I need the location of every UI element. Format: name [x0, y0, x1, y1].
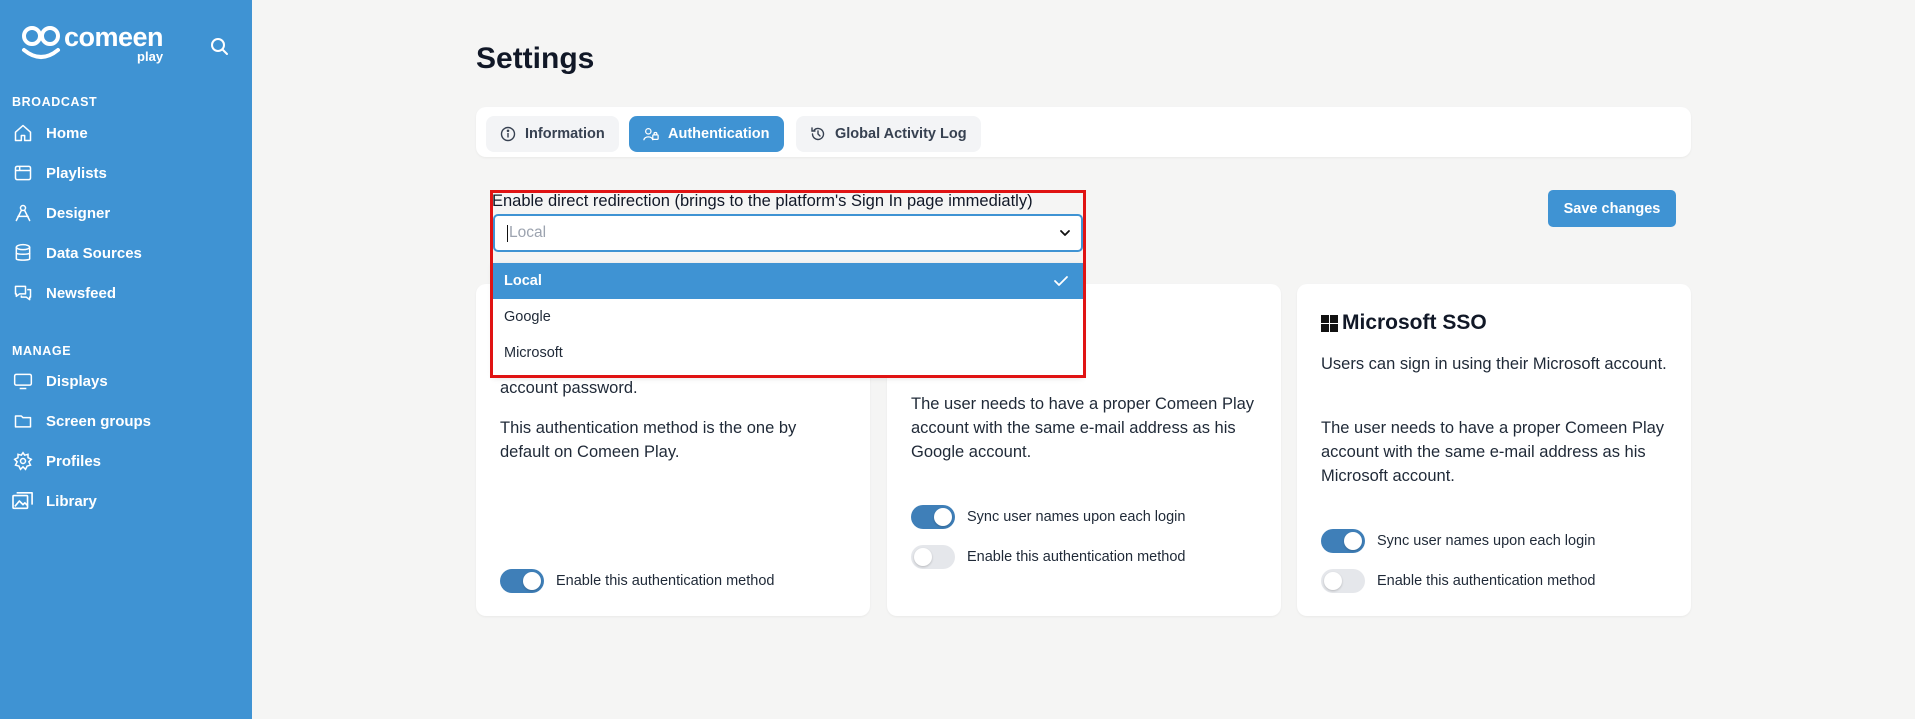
brand-name: comeen — [64, 22, 164, 52]
microsoft-sync-toggle[interactable] — [1321, 529, 1365, 553]
playlists-icon — [12, 162, 34, 184]
microsoft-icon — [1321, 314, 1338, 332]
tab-label: Global Activity Log — [835, 126, 967, 142]
toggle-label: Enable this authentication method — [967, 549, 1186, 565]
sidebar-item-label: Designer — [46, 204, 111, 222]
tab-authentication[interactable]: Authentication — [629, 116, 784, 152]
text-caret — [507, 224, 508, 242]
tab-global-activity-log[interactable]: Global Activity Log — [796, 116, 981, 152]
option-local[interactable]: Local — [493, 263, 1083, 299]
redirection-options: Local Google Microsoft — [493, 263, 1083, 376]
sidebar-item-displays[interactable]: Displays — [0, 361, 252, 401]
sidebar-item-label: Newsfeed — [46, 284, 117, 302]
sidebar-item-label: Data Sources — [46, 244, 142, 262]
google-sync-toggle[interactable] — [911, 505, 955, 529]
sidebar-item-designer[interactable]: Designer — [0, 193, 252, 233]
monitor-icon — [12, 370, 34, 392]
check-icon — [1054, 276, 1068, 286]
search-icon[interactable] — [208, 35, 232, 59]
microsoft-sync-row: Sync user names upon each login — [1321, 529, 1595, 553]
sidebar-item-label: Library — [46, 492, 97, 510]
option-label: Local — [504, 273, 542, 289]
sidebar-item-label: Home — [46, 124, 88, 142]
local-description-1: account password. — [500, 379, 638, 397]
local-enable-row: Enable this authentication method — [500, 569, 774, 593]
option-label: Google — [504, 309, 551, 325]
sidebar-item-label: Screen groups — [46, 412, 152, 430]
settings-tabs: Information Authentication Global Activi… — [476, 107, 1691, 157]
nav-section-broadcast: BROADCAST — [12, 95, 98, 109]
info-icon — [500, 126, 516, 142]
local-enable-toggle[interactable] — [500, 569, 544, 593]
sidebar-item-playlists[interactable]: Playlists — [0, 153, 252, 193]
designer-icon — [12, 202, 34, 224]
microsoft-enable-row: Enable this authentication method — [1321, 569, 1595, 593]
save-changes-button[interactable]: Save changes — [1548, 190, 1676, 227]
newsfeed-icon — [12, 282, 34, 304]
google-description-2: The user needs to have a proper Comeen P… — [911, 395, 1255, 461]
google-sync-row: Sync user names upon each login — [911, 505, 1185, 529]
sidebar-item-label: Playlists — [46, 164, 107, 182]
images-icon — [12, 490, 34, 512]
tab-label: Authentication — [668, 126, 770, 142]
microsoft-card-title: Microsoft SSO — [1321, 311, 1487, 335]
redirection-label: Enable direct redirection (brings to the… — [492, 192, 1033, 211]
sidebar-item-library[interactable]: Library — [0, 481, 252, 521]
folder-icon — [12, 410, 34, 432]
tab-information[interactable]: Information — [486, 116, 619, 152]
microsoft-enable-toggle[interactable] — [1321, 569, 1365, 593]
sidebar-item-data-sources[interactable]: Data Sources — [0, 233, 252, 273]
toggle-label: Sync user names upon each login — [1377, 533, 1596, 549]
sidebar-item-newsfeed[interactable]: Newsfeed — [0, 273, 252, 313]
gear-icon — [12, 450, 34, 472]
history-icon — [810, 126, 826, 142]
redirection-select[interactable]: Local — [493, 214, 1083, 252]
sidebar-item-profiles[interactable]: Profiles — [0, 441, 252, 481]
local-description-2: This authentication method is the one by… — [500, 419, 797, 461]
google-enable-row: Enable this authentication method — [911, 545, 1185, 569]
toggle-label: Enable this authentication method — [1377, 573, 1596, 589]
logo-icon — [22, 26, 60, 59]
toggle-label: Enable this authentication method — [556, 573, 775, 589]
comeen-play-logo[interactable]: comeen play — [20, 22, 164, 63]
sidebar: comeen play BROADCAST Home Playlists Des… — [0, 0, 252, 719]
sidebar-item-home[interactable]: Home — [0, 113, 252, 153]
option-microsoft[interactable]: Microsoft — [493, 335, 1083, 371]
user-lock-icon — [643, 126, 659, 142]
database-icon — [12, 242, 34, 264]
toggle-label: Sync user names upon each login — [967, 509, 1186, 525]
home-icon — [12, 122, 34, 144]
page-title: Settings — [476, 42, 595, 75]
tab-label: Information — [525, 126, 605, 142]
option-google[interactable]: Google — [493, 299, 1083, 335]
redirection-placeholder: Local — [509, 224, 547, 241]
chevron-down-icon[interactable] — [1057, 225, 1073, 241]
option-label: Microsoft — [504, 345, 563, 361]
microsoft-description-1: Users can sign in using their Microsoft … — [1321, 355, 1667, 373]
card-title-text: Microsoft SSO — [1342, 311, 1487, 334]
auth-card-microsoft: Microsoft SSO Users can sign in using th… — [1297, 284, 1691, 616]
sidebar-item-label: Profiles — [46, 452, 102, 470]
sidebar-item-screen-groups[interactable]: Screen groups — [0, 401, 252, 441]
microsoft-description-2: The user needs to have a proper Comeen P… — [1321, 419, 1665, 485]
nav-section-manage: MANAGE — [12, 344, 72, 358]
google-enable-toggle[interactable] — [911, 545, 955, 569]
sidebar-item-label: Displays — [46, 372, 108, 390]
